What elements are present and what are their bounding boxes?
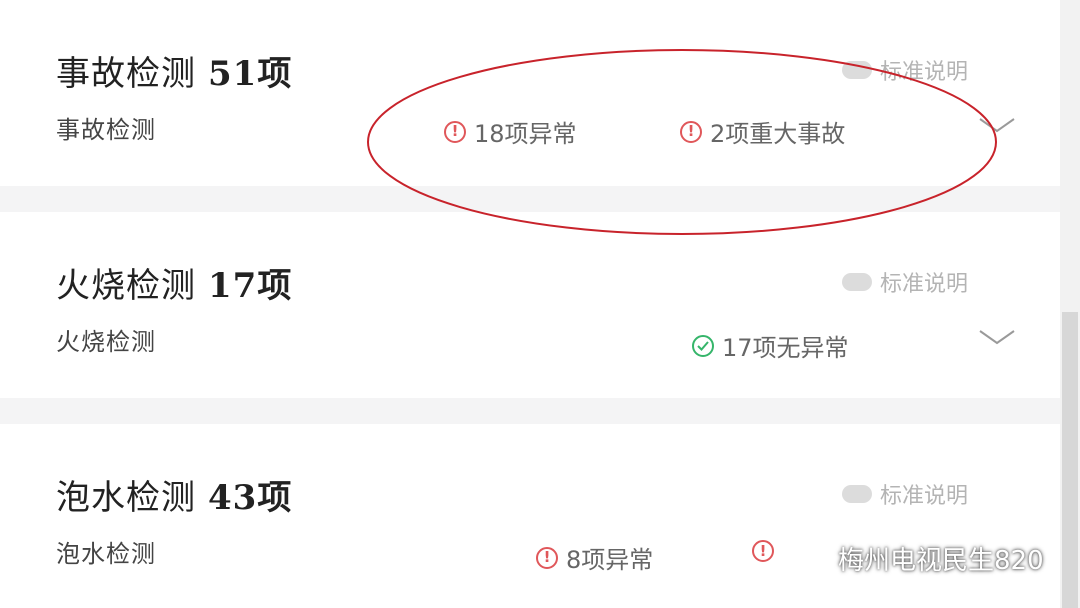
section-count: 43项 — [208, 478, 293, 518]
scrollbar-thumb[interactable] — [1062, 312, 1078, 608]
chevron-down-icon[interactable] — [978, 116, 1016, 136]
help-icon — [842, 273, 872, 291]
chevron-down-icon[interactable] — [978, 328, 1016, 348]
section-title-text: 事故检测 — [56, 54, 196, 94]
status-text: 18项异常 — [474, 120, 577, 148]
section-title: 泡水检测 43项 — [56, 470, 292, 519]
warning-icon: ! — [680, 120, 702, 143]
status-text: 8项异常 — [566, 546, 654, 574]
help-icon — [842, 485, 872, 503]
warning-icon: ! — [536, 546, 558, 569]
help-icon — [842, 61, 872, 79]
section-flood-check: 泡水检测 43项 标准说明 泡水检测 ! 8项异常 ! — [0, 424, 1060, 608]
watermark-text: 梅州电视民生820 — [838, 546, 1044, 576]
section-subtitle: 泡水检测 — [56, 540, 156, 568]
standard-info-button[interactable]: 标准说明 — [842, 478, 968, 510]
status-major-accident: ! 2项重大事故 — [680, 114, 845, 149]
standard-info-label: 标准说明 — [880, 272, 969, 297]
section-title: 事故检测 51项 — [56, 46, 292, 95]
standard-info-button[interactable]: 标准说明 — [842, 266, 968, 298]
wechat-logo-icon — [802, 546, 832, 571]
section-title-text: 火烧检测 — [56, 266, 196, 306]
section-title-text: 泡水检测 — [56, 478, 196, 518]
section-count: 17项 — [208, 266, 293, 306]
section-divider — [0, 186, 1060, 212]
section-subtitle: 事故检测 — [56, 116, 156, 144]
status-partially-hidden: ! — [752, 540, 782, 562]
section-divider — [0, 398, 1060, 424]
warning-icon: ! — [444, 120, 466, 143]
warning-icon: ! — [752, 540, 774, 562]
section-accident-check: 事故检测 51项 标准说明 事故检测 ! 18项异常 ! 2项重大事故 — [0, 0, 1060, 186]
watermark: 梅州电视民生820 — [800, 540, 1044, 577]
section-subtitle: 火烧检测 — [56, 328, 156, 356]
status-text: 2项重大事故 — [710, 120, 846, 148]
section-title: 火烧检测 17项 — [56, 258, 292, 307]
standard-info-button[interactable]: 标准说明 — [842, 54, 968, 86]
standard-info-label: 标准说明 — [880, 60, 969, 85]
status-abnormal: ! 8项异常 — [536, 540, 653, 575]
section-fire-check: 火烧检测 17项 标准说明 火烧检测 17项无异常 — [0, 212, 1060, 398]
inspection-report-page: 事故检测 51项 标准说明 事故检测 ! 18项异常 ! 2项重大事故 火烧检测 1… — [0, 0, 1080, 608]
status-no-abnormal: 17项无异常 — [692, 328, 849, 363]
status-abnormal: ! 18项异常 — [444, 114, 577, 149]
section-count: 51项 — [208, 54, 293, 94]
standard-info-label: 标准说明 — [880, 484, 969, 509]
status-text: 17项无异常 — [722, 334, 849, 362]
check-icon — [692, 334, 714, 357]
